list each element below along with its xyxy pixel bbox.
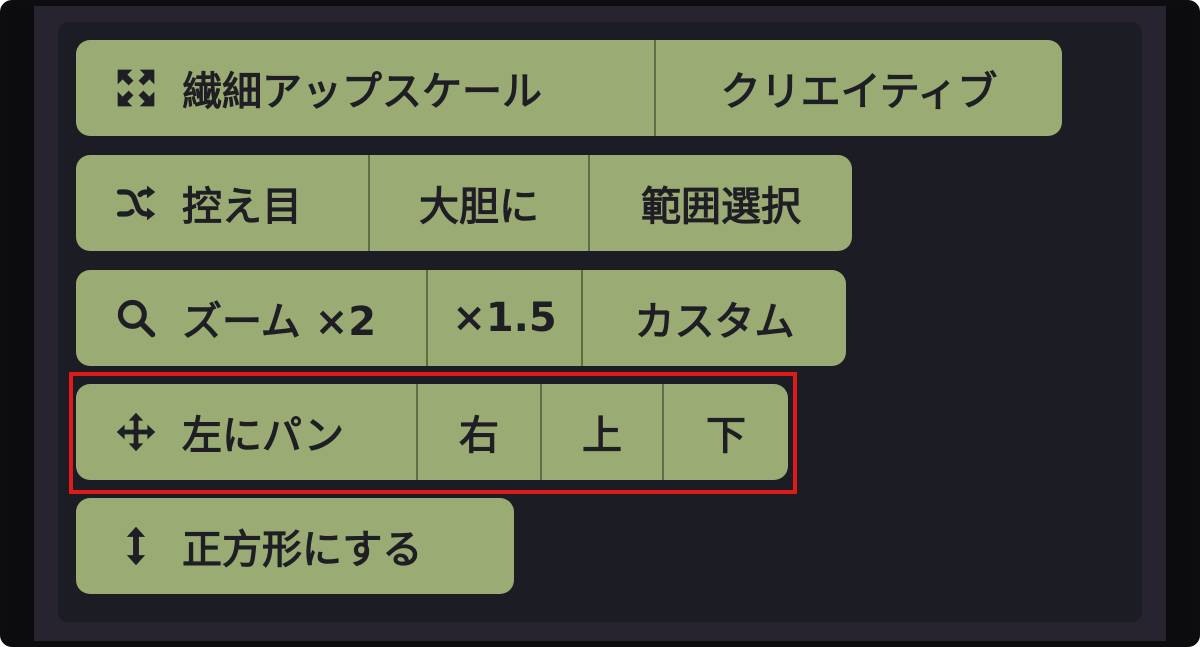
vary-subtle-button[interactable]: 控え目 xyxy=(76,155,368,251)
pan-button-group: 左にパン 右 上 下 xyxy=(76,384,788,480)
variation-button-group: 控え目 大胆に 範囲選択 xyxy=(76,155,852,251)
zoom-2x-button[interactable]: ズーム ×2 xyxy=(76,270,426,366)
pan-up-button[interactable]: 上 xyxy=(540,384,662,480)
pan-down-button[interactable]: 下 xyxy=(662,384,788,480)
vary-region-button[interactable]: 範囲選択 xyxy=(588,155,852,251)
zoom-1-5x-button[interactable]: ×1.5 xyxy=(426,270,581,366)
search-icon xyxy=(112,294,160,342)
vary-strong-button[interactable]: 大胆に xyxy=(368,155,588,251)
move-arrows-icon xyxy=(112,408,160,456)
make-square-button[interactable]: 正方形にする xyxy=(76,498,514,594)
pan-down-label: 下 xyxy=(706,413,746,459)
shuffle-icon xyxy=(112,179,160,227)
pan-up-label: 上 xyxy=(582,413,622,459)
pan-right-label: 右 xyxy=(459,413,499,459)
pan-left-button[interactable]: 左にパン xyxy=(76,384,416,480)
vary-strong-label: 大胆に xyxy=(419,184,539,230)
zoom-2x-label: ズーム ×2 xyxy=(182,299,377,345)
vary-region-label: 範囲選択 xyxy=(641,184,801,230)
upscale-button-group: 繊細アップスケール クリエイティブ xyxy=(76,40,1062,136)
left-edge-strip xyxy=(6,6,34,641)
zoom-1-5x-label: ×1.5 xyxy=(452,295,557,341)
pan-left-label: 左にパン xyxy=(182,413,344,459)
subtle-upscale-label: 繊細アップスケール xyxy=(182,69,542,115)
right-edge-strip xyxy=(1166,6,1194,641)
vary-subtle-label: 控え目 xyxy=(182,184,302,230)
make-square-button-group: 正方形にする xyxy=(76,498,514,594)
vertical-arrows-icon xyxy=(112,522,160,570)
pan-right-button[interactable]: 右 xyxy=(416,384,540,480)
creative-upscale-label: クリエイティブ xyxy=(720,69,998,115)
subtle-upscale-button[interactable]: 繊細アップスケール xyxy=(76,40,654,136)
custom-zoom-button[interactable]: カスタム xyxy=(581,270,846,366)
zoom-button-group: ズーム ×2 ×1.5 カスタム xyxy=(76,270,846,366)
fit-screen-icon xyxy=(112,64,160,112)
custom-zoom-label: カスタム xyxy=(634,299,795,345)
make-square-label: 正方形にする xyxy=(182,527,423,573)
creative-upscale-button[interactable]: クリエイティブ xyxy=(654,40,1062,136)
